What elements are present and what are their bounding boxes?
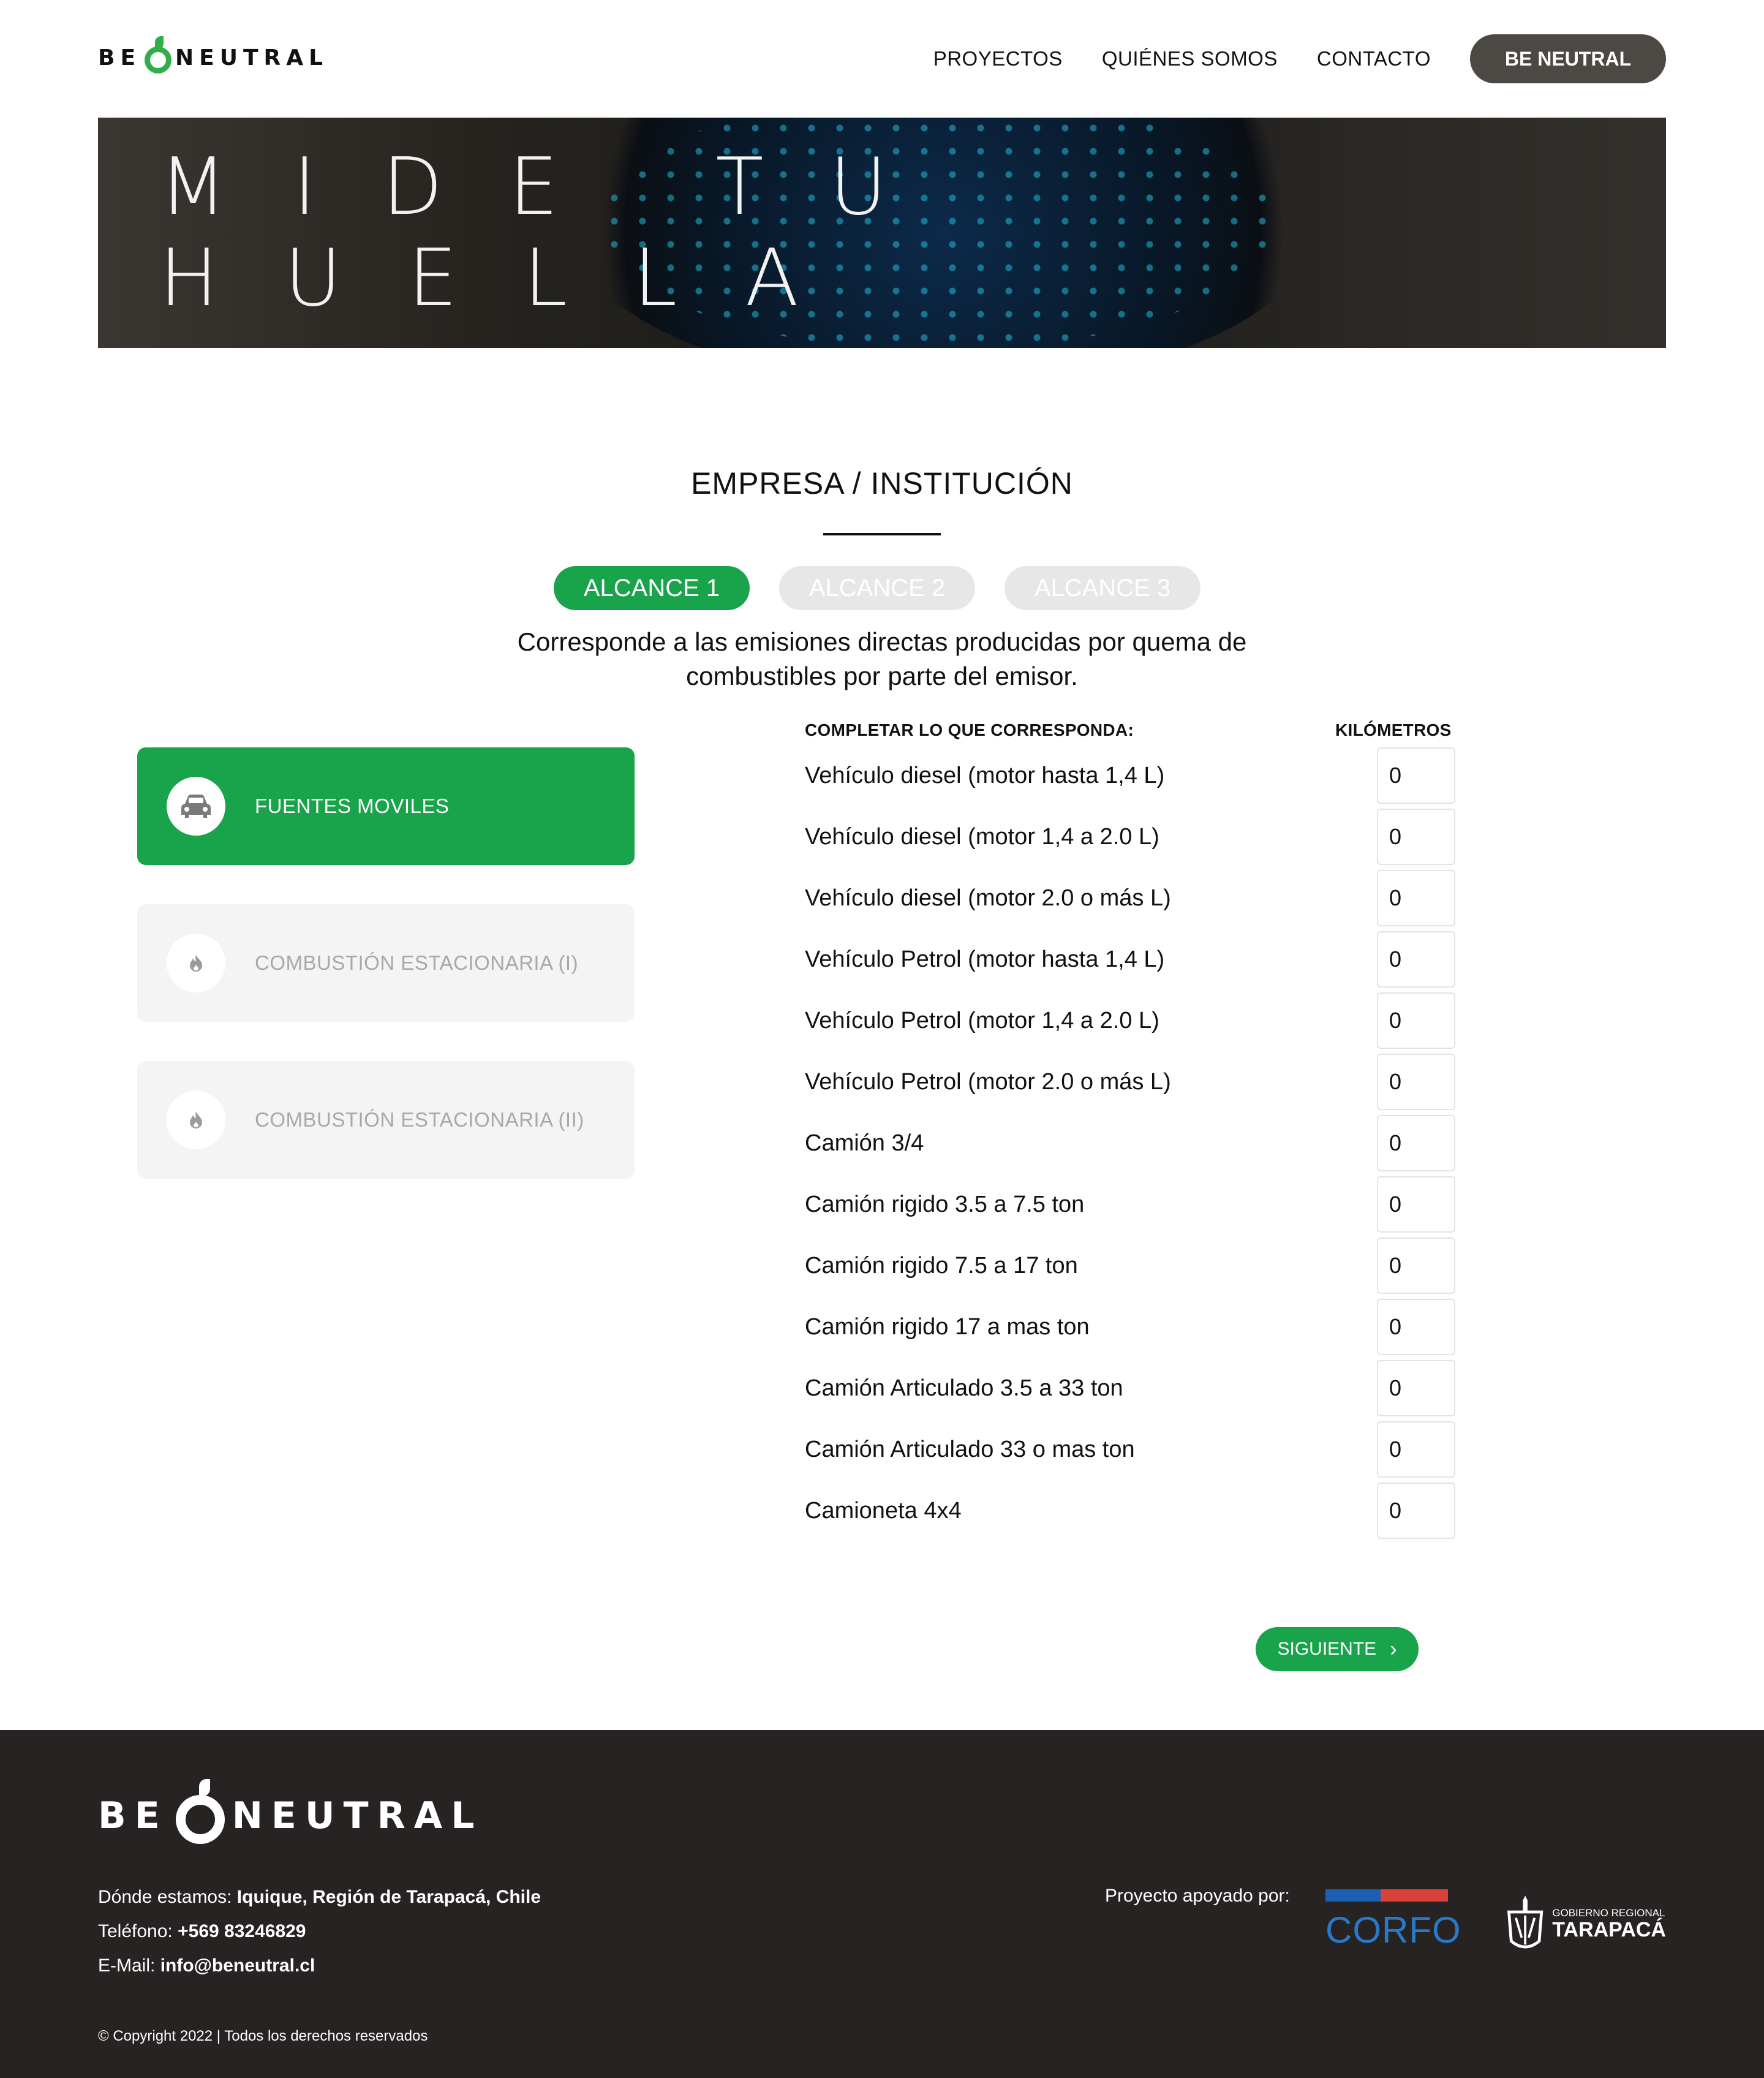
- tab-alcance-3[interactable]: ALCANCE 3: [1005, 566, 1200, 610]
- form-row: Vehículo diesel (motor 2.0 o más L): [805, 870, 1455, 926]
- support-label: Proyecto apoyado por:: [1105, 1886, 1290, 1906]
- footer-location: Dónde estamos: Iquique, Región de Tarapa…: [98, 1887, 541, 1908]
- km-input[interactable]: [1377, 1421, 1455, 1478]
- main-nav: PROYECTOS QUIÉNES SOMOS CONTACTO BE NEUT…: [894, 34, 1666, 83]
- site-header: BE NEUTRAL PROYECTOS QUIÉNES SOMOS CONTA…: [0, 0, 1764, 118]
- email-label: E-Mail:: [98, 1955, 156, 1976]
- row-label: Vehículo Petrol (motor 2.0 o más L): [805, 1068, 1171, 1095]
- category-combustion-estacionaria-2[interactable]: COMBUSTIÓN ESTACIONARIA (II): [137, 1061, 635, 1179]
- be-neutral-button[interactable]: BE NEUTRAL: [1470, 34, 1666, 83]
- location-label: Dónde estamos:: [98, 1887, 232, 1907]
- row-label: Camión rigido 3.5 a 7.5 ton: [805, 1191, 1085, 1217]
- siguiente-button[interactable]: SIGUIENTE ›: [1256, 1627, 1419, 1671]
- footer-logo-text-neutral: NEUTRAL: [232, 1794, 483, 1837]
- row-label: Vehículo diesel (motor hasta 1,4 L): [805, 762, 1165, 788]
- corfo-text: CORFO: [1325, 1910, 1461, 1951]
- nav-proyectos[interactable]: PROYECTOS: [933, 47, 1063, 70]
- form-row: Vehículo Petrol (motor 1,4 a 2.0 L): [805, 992, 1455, 1049]
- scope-description-line-1: Corresponde a las emisiones directas pro…: [517, 627, 1247, 656]
- form-row: Vehículo diesel (motor 1,4 a 2.0 L): [805, 809, 1455, 865]
- row-label: Vehículo Petrol (motor hasta 1,4 L): [805, 946, 1165, 972]
- logo-text-neutral: NEUTRAL: [175, 45, 329, 70]
- phone-label: Teléfono:: [98, 1921, 173, 1941]
- flame-icon: [167, 1090, 225, 1149]
- nav-contacto[interactable]: CONTACTO: [1317, 47, 1431, 70]
- km-input[interactable]: [1377, 870, 1455, 926]
- form-row: Camión rigido 7.5 a 17 ton: [805, 1237, 1455, 1294]
- scope-tabs: ALCANCE 1 ALCANCE 2 ALCANCE 3: [554, 566, 1230, 610]
- flame-icon: [167, 934, 225, 992]
- location-value: Iquique, Región de Tarapacá, Chile: [236, 1887, 541, 1907]
- title-divider: [823, 533, 941, 535]
- category-fuentes-moviles[interactable]: FUENTES MOVILES: [137, 747, 635, 865]
- form-row: Camión Articulado 33 o mas ton: [805, 1421, 1455, 1478]
- form-row: Camión 3/4: [805, 1115, 1455, 1171]
- form-row: Camioneta 4x4: [805, 1483, 1455, 1539]
- km-input[interactable]: [1377, 809, 1455, 865]
- siguiente-label: SIGUIENTE: [1277, 1639, 1377, 1659]
- site-footer: BE NEUTRAL Dónde estamos: Iquique, Regió…: [0, 1730, 1764, 2078]
- row-label: Vehículo diesel (motor 2.0 o más L): [805, 885, 1171, 911]
- form-row: Camión rigido 3.5 a 7.5 ton: [805, 1176, 1455, 1233]
- email-value[interactable]: info@beneutral.cl: [160, 1955, 315, 1976]
- car-icon: [167, 777, 225, 836]
- category-combustion-estacionaria-1[interactable]: COMBUSTIÓN ESTACIONARIA (I): [137, 904, 635, 1022]
- hero-banner: MIDE TU HUELLA: [98, 118, 1666, 348]
- row-label: Camión 3/4: [805, 1130, 924, 1156]
- gobierno-crest-icon: [1507, 1895, 1544, 1949]
- km-input[interactable]: [1377, 747, 1455, 804]
- logo-leaf-icon: [145, 36, 172, 74]
- footer-logo-leaf-icon: [175, 1779, 225, 1844]
- form-row: Camión rigido 17 a mas ton: [805, 1299, 1455, 1355]
- gob-big-text: TARAPACÁ: [1552, 1918, 1666, 1941]
- row-label: Camión rigido 17 a mas ton: [805, 1313, 1090, 1340]
- gob-small-text: GOBIERNO REGIONAL: [1552, 1907, 1665, 1919]
- footer-email: E-Mail: info@beneutral.cl: [98, 1955, 315, 1976]
- category-label: FUENTES MOVILES: [255, 795, 450, 817]
- nav-quienes-somos[interactable]: QUIÉNES SOMOS: [1102, 47, 1278, 70]
- row-label: Vehículo Petrol (motor 1,4 a 2.0 L): [805, 1007, 1159, 1033]
- scope-description: Corresponde a las emisiones directas pro…: [0, 625, 1764, 693]
- row-label: Camión rigido 7.5 a 17 ton: [805, 1252, 1078, 1279]
- corfo-logo: CORFO: [1325, 1889, 1472, 1957]
- km-input[interactable]: [1377, 1299, 1455, 1355]
- phone-value[interactable]: +569 83246829: [178, 1921, 306, 1941]
- kilometros-heading: KILÓMETROS: [1335, 720, 1452, 739]
- row-label: Camión Articulado 33 o mas ton: [805, 1436, 1135, 1462]
- form-row: Vehículo diesel (motor hasta 1,4 L): [805, 747, 1455, 804]
- km-input[interactable]: [1377, 1237, 1455, 1294]
- km-input[interactable]: [1377, 1360, 1455, 1416]
- scope-description-line-2: combustibles por parte del emisor.: [686, 662, 1078, 690]
- category-label: COMBUSTIÓN ESTACIONARIA (II): [255, 1108, 584, 1131]
- km-input[interactable]: [1377, 1054, 1455, 1110]
- footer-logo[interactable]: BE NEUTRAL: [98, 1779, 483, 1844]
- gobierno-regional-logo: GOBIERNO REGIONAL TARAPACÁ: [1503, 1891, 1666, 1958]
- km-input[interactable]: [1377, 992, 1455, 1049]
- tab-alcance-2[interactable]: ALCANCE 2: [779, 566, 975, 610]
- section-title: EMPRESA / INSTITUCIÓN: [691, 466, 1073, 501]
- form-row: Vehículo Petrol (motor 2.0 o más L): [805, 1054, 1455, 1110]
- chevron-right-icon: ›: [1390, 1637, 1397, 1661]
- gob-text: GOBIERNO REGIONAL TARAPACÁ: [1552, 1908, 1666, 1941]
- footer-phone: Teléfono: +569 83246829: [98, 1921, 306, 1942]
- logo-text-be: BE: [98, 45, 141, 70]
- form-heading: COMPLETAR LO QUE CORRESPONDA:: [805, 720, 1134, 739]
- logo[interactable]: BE NEUTRAL: [98, 36, 329, 76]
- category-label: COMBUSTIÓN ESTACIONARIA (I): [255, 951, 579, 974]
- footer-logo-text-be: BE: [98, 1794, 168, 1837]
- row-label: Camioneta 4x4: [805, 1497, 962, 1524]
- copyright: © Copyright 2022 | Todos los derechos re…: [98, 2028, 428, 2044]
- row-label: Vehículo diesel (motor 1,4 a 2.0 L): [805, 823, 1159, 850]
- form-row: Camión Articulado 3.5 a 33 ton: [805, 1360, 1455, 1416]
- km-input[interactable]: [1377, 931, 1455, 988]
- km-input[interactable]: [1377, 1176, 1455, 1233]
- km-input[interactable]: [1377, 1483, 1455, 1539]
- form-row: Vehículo Petrol (motor hasta 1,4 L): [805, 931, 1455, 988]
- hero-title: MIDE TU HUELLA: [159, 142, 954, 324]
- row-label: Camión Articulado 3.5 a 33 ton: [805, 1375, 1123, 1401]
- km-input[interactable]: [1377, 1115, 1455, 1171]
- tab-alcance-1[interactable]: ALCANCE 1: [554, 566, 750, 610]
